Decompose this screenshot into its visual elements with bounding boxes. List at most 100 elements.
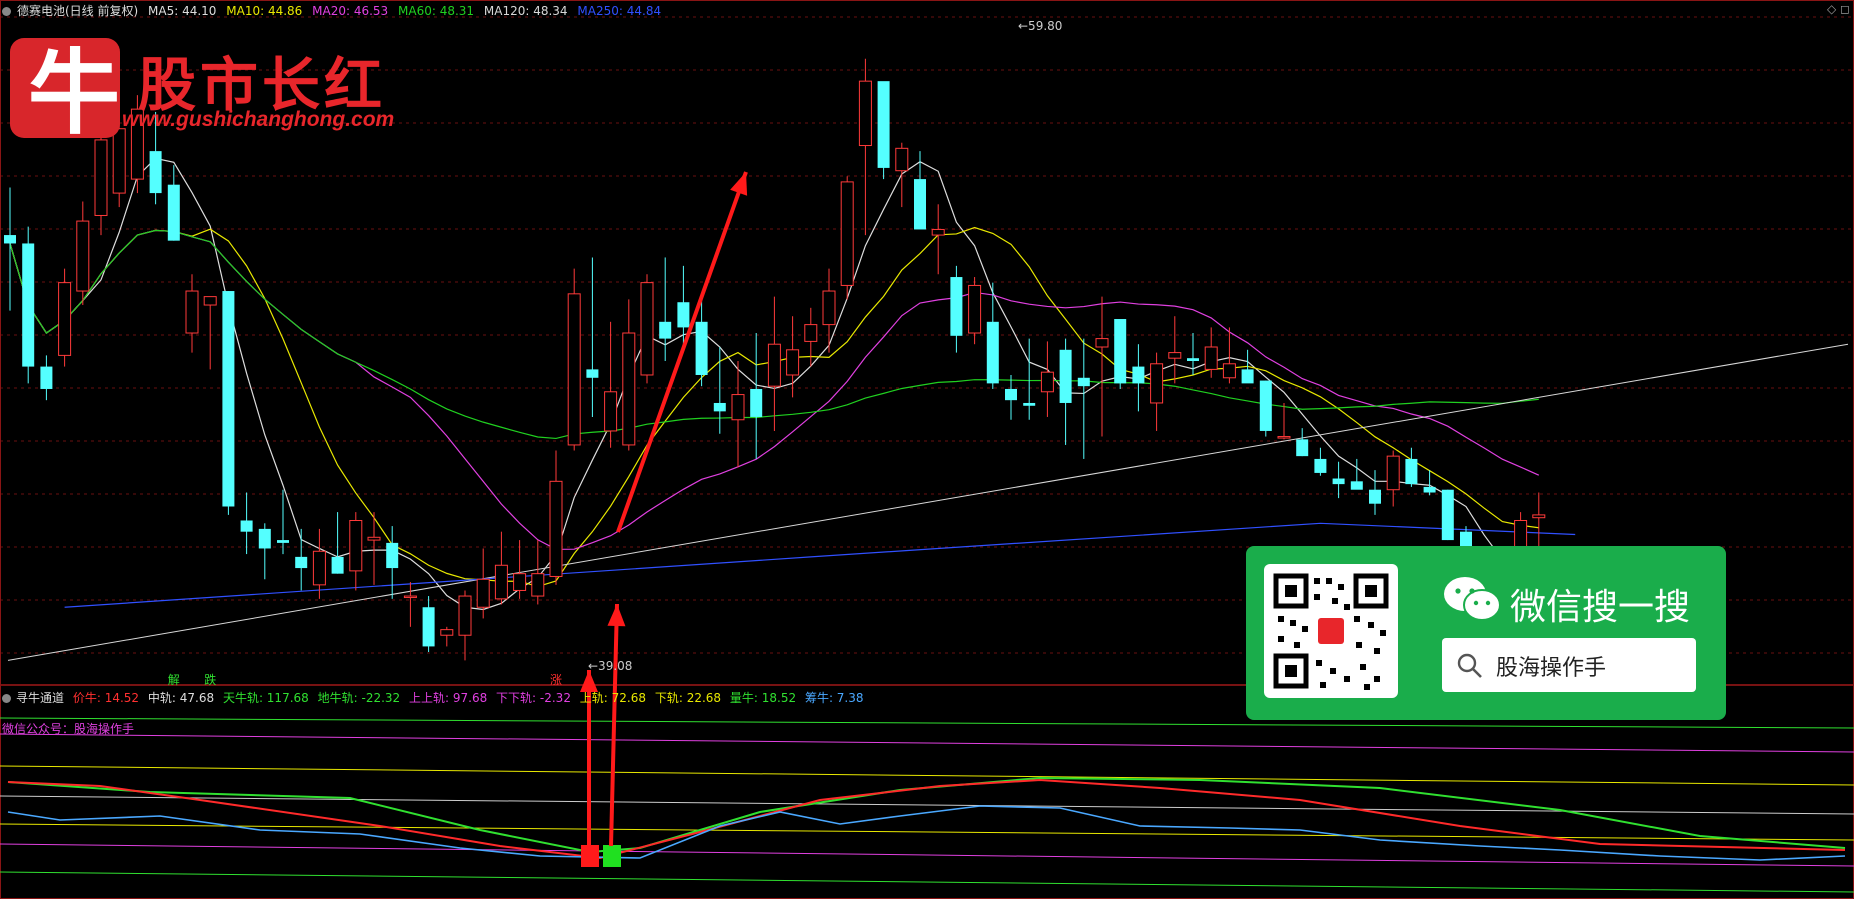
candle-up — [1204, 346, 1218, 370]
ind-price-bull: 价牛: 14.52 — [72, 691, 140, 705]
candle-down — [713, 402, 726, 412]
wechat-banner: 微信搜一搜 股海操作手 — [1246, 546, 1726, 720]
indicator-header: 寻牛通道 价牛: 14.52 中轨: 47.68 天牛轨: 117.68 地牛轨… — [2, 689, 869, 706]
candle-up — [58, 282, 72, 356]
ind-lower-lower: 下下轨: -2.32 — [496, 691, 571, 705]
ind-upper: 上轨: 72.68 — [579, 691, 647, 705]
candle-down — [1314, 458, 1327, 473]
signal-arrow-right-shaft — [609, 603, 619, 847]
candle-up — [513, 573, 527, 591]
indicator-rail — [0, 823, 1854, 841]
candle-down — [295, 556, 308, 569]
candle-up — [531, 573, 545, 597]
candle-down — [877, 81, 890, 168]
candle-up — [567, 293, 581, 446]
logo-url: www.gushichanghong.com — [122, 108, 395, 131]
indicator-rail — [0, 765, 1854, 786]
wechat-search-text: 股海操作手 — [1496, 656, 1607, 681]
candle-down — [240, 520, 253, 532]
high-price-label: ←59.80 — [1018, 19, 1062, 33]
candle-down — [1241, 369, 1254, 384]
low-price-label: ←39.08 — [588, 659, 632, 673]
candle-down — [695, 321, 708, 375]
candle-up — [1095, 338, 1109, 348]
ind-mid-rail: 中轨: 47.68 — [147, 691, 215, 705]
indicator-rail — [0, 733, 1854, 753]
candle-down — [1332, 478, 1345, 485]
wechat-search-box[interactable]: 股海操作手 — [1442, 638, 1696, 692]
candle-up — [858, 80, 872, 147]
indicator-collapse-icon[interactable] — [2, 694, 11, 703]
candle-down — [222, 291, 235, 507]
ind-upper-upper: 上上轨: 97.68 — [409, 691, 488, 705]
ind-lower: 下轨: 22.68 — [654, 691, 722, 705]
candle-up — [604, 391, 618, 432]
candle-down — [950, 277, 963, 336]
candle-up — [822, 290, 836, 326]
candle-down — [167, 184, 180, 241]
ma120-label: MA120: 48.34 — [483, 4, 568, 18]
candle-down — [914, 179, 926, 230]
candle-up — [731, 394, 745, 421]
candle-down — [677, 302, 690, 328]
stock-title: 德赛电池(日线 前复权) — [17, 4, 139, 18]
ind-volume-bull: 量牛: 18.52 — [729, 691, 797, 705]
candle-down — [1077, 377, 1090, 387]
price-bull-line — [7, 778, 1846, 860]
trend-up-arrow-head — [730, 172, 748, 196]
candle-down — [1369, 489, 1381, 504]
candle-down — [4, 235, 16, 244]
candle-down — [986, 321, 999, 384]
indicator-rail — [0, 871, 1854, 893]
candle-up — [1040, 371, 1054, 393]
ma250-label: MA250: 44.84 — [577, 4, 662, 18]
candle-up — [349, 519, 363, 572]
buy-signal-green-block — [603, 845, 621, 867]
candle-up — [968, 284, 982, 334]
candle-up — [1222, 363, 1236, 379]
candle-down — [1350, 481, 1363, 490]
indicator-rail — [0, 843, 1854, 867]
search-icon — [1457, 653, 1482, 678]
wechat-note: 微信公众号：股海操作手 — [2, 722, 135, 736]
candle-down — [750, 388, 763, 417]
candle-down — [40, 366, 53, 389]
signal-marker: 涨 — [550, 672, 562, 687]
candle-up — [203, 296, 217, 306]
candle-up — [622, 332, 636, 446]
buy-signal-red-block — [581, 845, 599, 867]
ind-ground-rail: 地牛轨: -22.32 — [317, 691, 401, 705]
brand-logo: 牛 股市长红 www.gushichanghong.com — [4, 30, 424, 147]
candle-down — [1423, 486, 1436, 493]
signal-marker: 解 — [168, 673, 180, 687]
candle-down — [1114, 319, 1127, 384]
candle-up — [1386, 455, 1400, 491]
candle-down — [149, 151, 162, 194]
candle-down — [258, 528, 271, 549]
candle-down — [1132, 366, 1145, 384]
candle-up — [767, 343, 781, 387]
candle-up — [494, 564, 508, 600]
candle-down — [1441, 489, 1454, 541]
candle-up — [440, 629, 454, 636]
candle-up — [476, 578, 490, 608]
candle-up — [185, 290, 199, 334]
candle-down — [586, 369, 599, 378]
candle-up — [549, 480, 563, 577]
ma20-label: MA20: 46.53 — [312, 4, 389, 18]
collapse-icon[interactable] — [2, 7, 11, 16]
candle-down — [1296, 439, 1309, 457]
indicator-panel — [0, 717, 1854, 893]
candle-up — [367, 536, 381, 541]
candle-down — [22, 243, 35, 367]
candle-up — [895, 147, 909, 172]
candle-up — [458, 595, 472, 636]
wechat-icon — [1444, 577, 1501, 621]
window-controls[interactable]: ◇ ◻ — [1827, 2, 1850, 16]
candle-down — [331, 556, 344, 574]
wechat-title: 微信搜一搜 — [1510, 587, 1691, 628]
candle-down — [1005, 388, 1017, 401]
candle-up — [76, 220, 90, 292]
logo-char: 牛 — [28, 39, 121, 147]
logo-badge: 牛 — [10, 38, 120, 147]
